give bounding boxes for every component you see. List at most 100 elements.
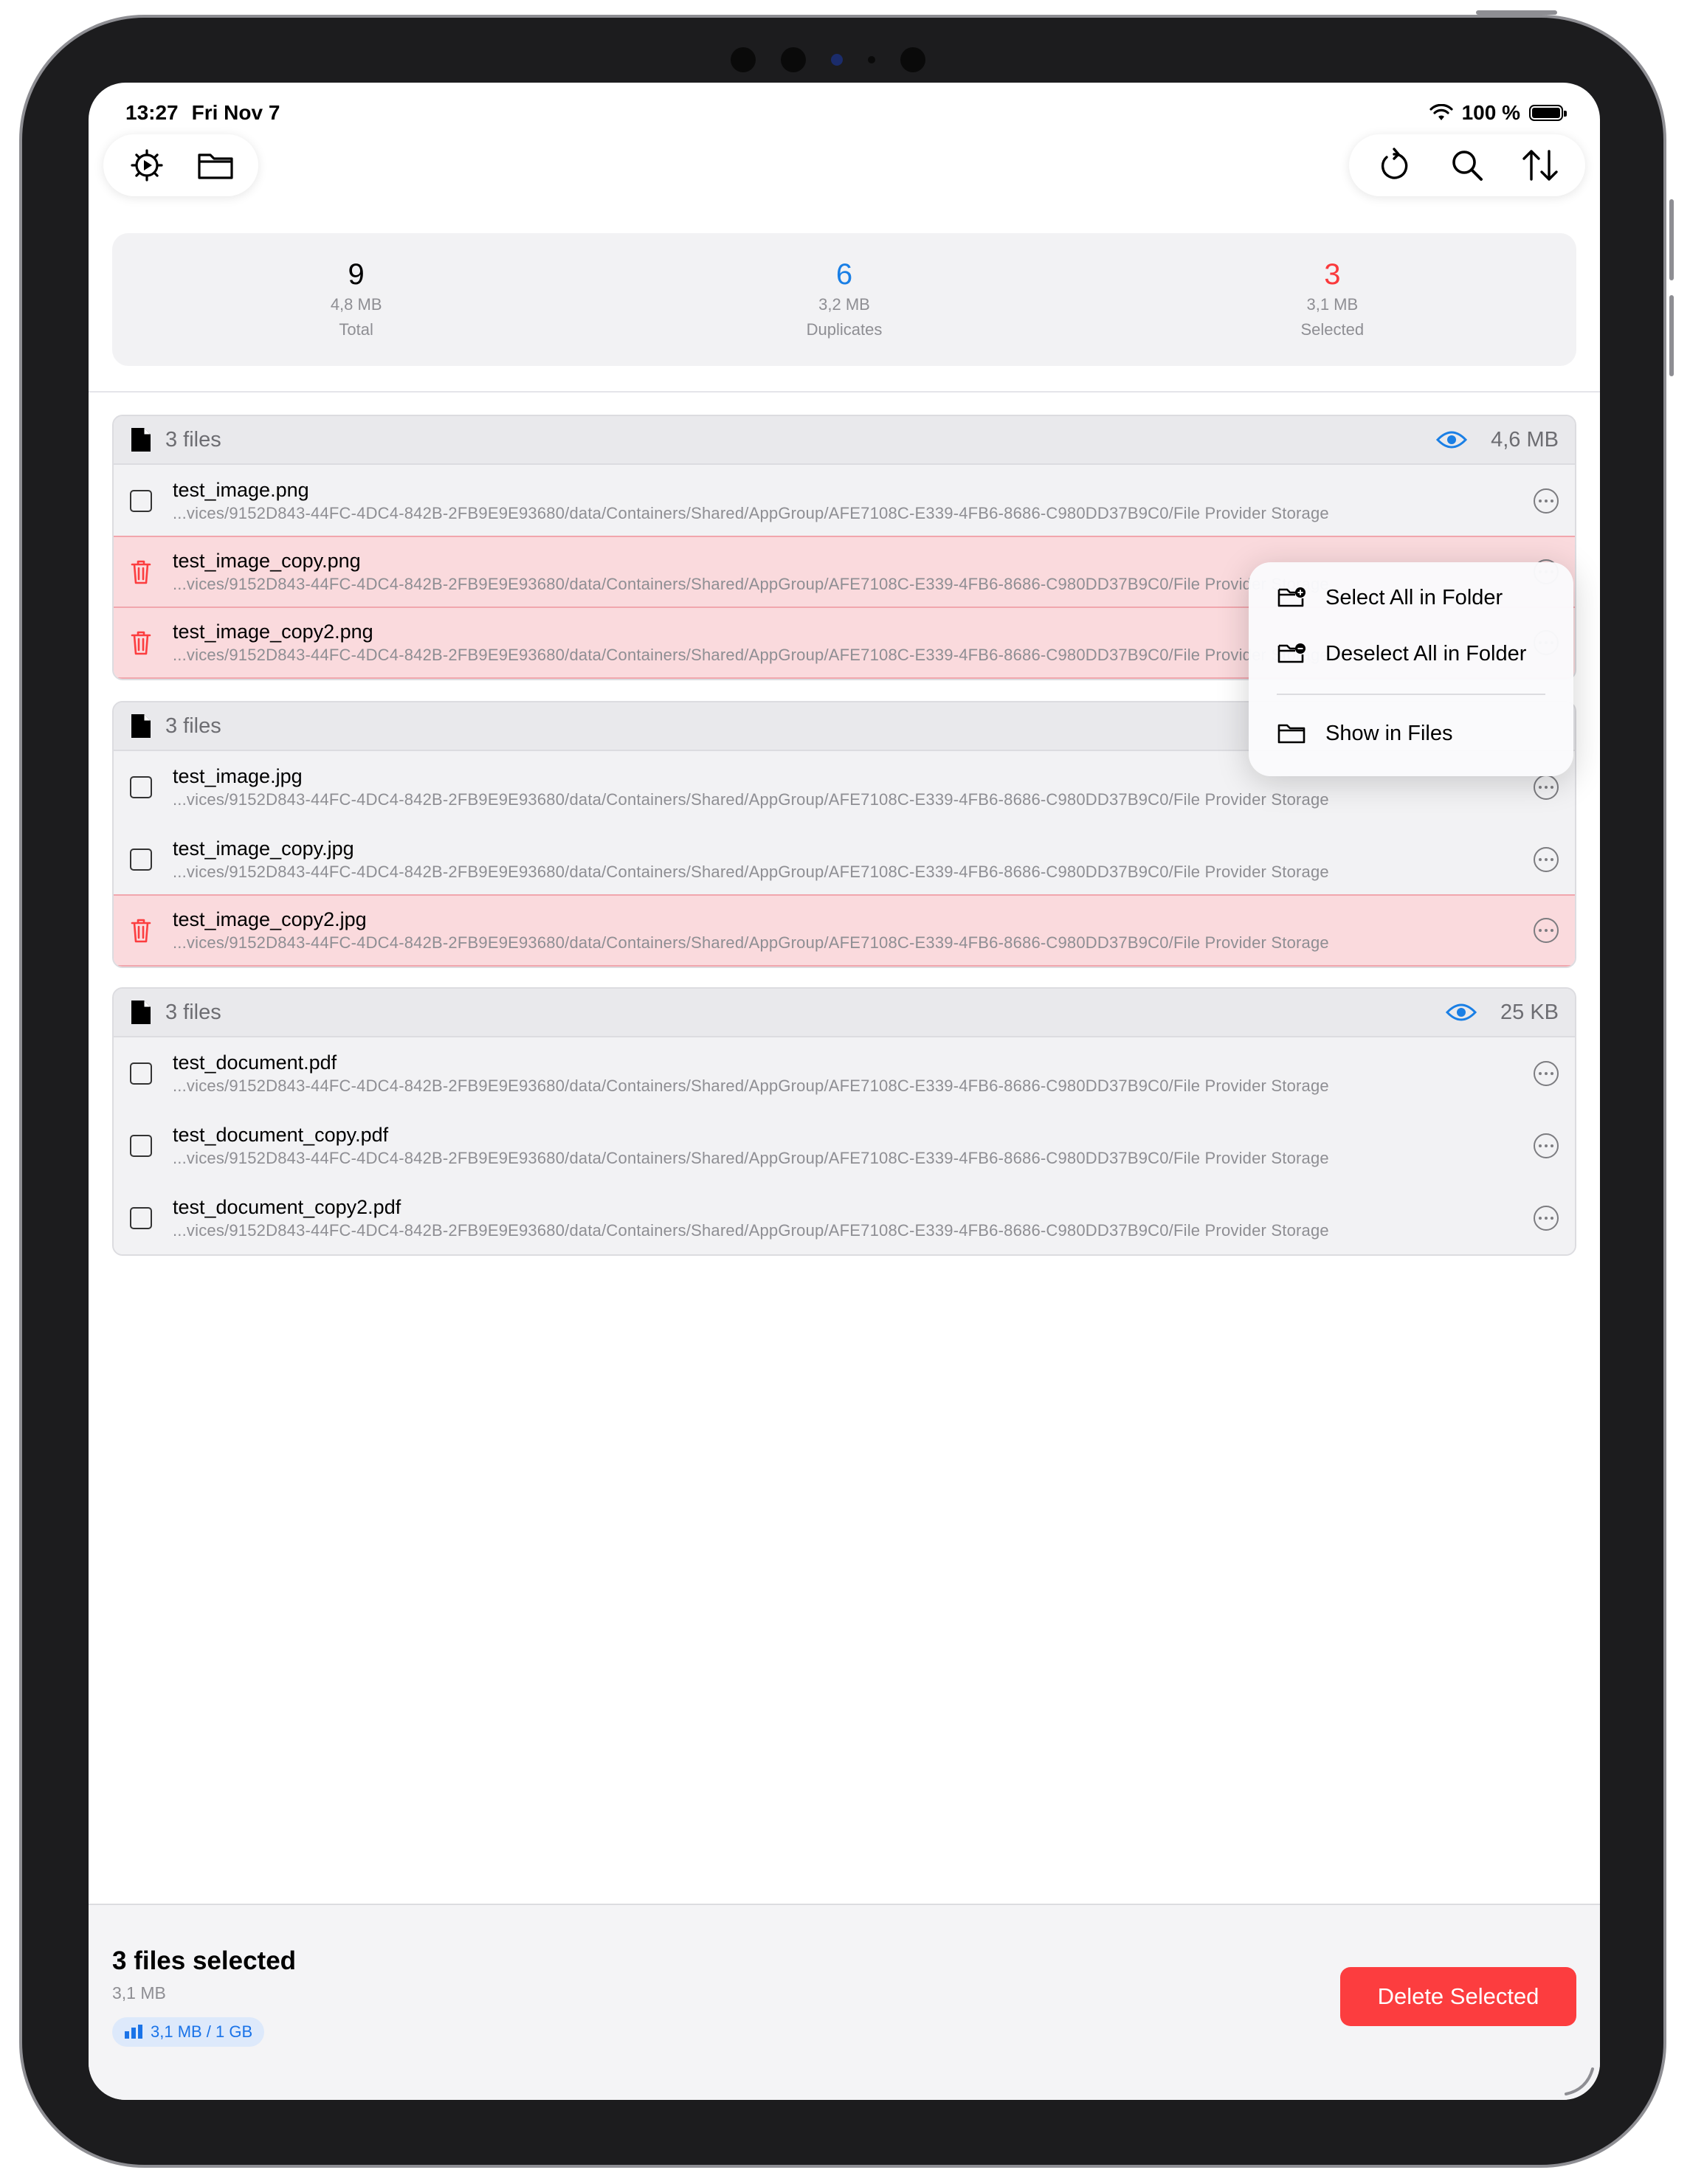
stat-selected: 3 3,1 MB Selected bbox=[1089, 233, 1576, 366]
file-path: ...vices/9152D843-44FC-4DC4-842B-2FB9E9E… bbox=[173, 504, 1329, 522]
group-header[interactable]: 3 files 4,6 MB bbox=[114, 416, 1575, 465]
file-path: ...vices/9152D843-44FC-4DC4-842B-2FB9E9E… bbox=[173, 1149, 1329, 1167]
group-size: 4,6 MB bbox=[1491, 427, 1559, 452]
checkbox[interactable] bbox=[130, 776, 152, 798]
checkbox[interactable] bbox=[130, 849, 152, 871]
total-label: Total bbox=[339, 320, 373, 339]
trash-icon[interactable] bbox=[130, 559, 152, 585]
file-row[interactable]: test_image.png ...vices/9152D843-44FC-4DC… bbox=[114, 465, 1575, 537]
quota-text: 3,1 MB / 1 GB bbox=[151, 2022, 253, 2041]
duplicates-size: 3,2 MB bbox=[818, 295, 870, 314]
selection-size: 3,1 MB bbox=[112, 1983, 166, 2002]
eye-icon[interactable] bbox=[1446, 1002, 1477, 1023]
context-menu: Select All in Folder Deselect All in Fol… bbox=[1249, 562, 1573, 776]
more-options-icon[interactable] bbox=[1534, 1133, 1559, 1158]
total-count: 9 bbox=[348, 258, 365, 291]
more-options-icon[interactable] bbox=[1534, 488, 1559, 514]
quota-badge: 3,1 MB / 1 GB bbox=[112, 2017, 265, 2047]
folder-badge-plus-icon bbox=[1277, 587, 1306, 607]
duplicates-label: Duplicates bbox=[806, 320, 883, 339]
file-info: test_image_copy2.jpg ...vices/9152D843-44… bbox=[173, 907, 1511, 954]
file-path: ...vices/9152D843-44FC-4DC4-842B-2FB9E9E… bbox=[173, 1077, 1329, 1095]
file-info: test_image_copy.jpg ...vices/9152D843-44F… bbox=[173, 836, 1511, 883]
total-size: 4,8 MB bbox=[330, 295, 382, 314]
folder-icon[interactable] bbox=[195, 145, 236, 186]
file-info: test_document_copy2.pdf ...vices/9152D843… bbox=[173, 1195, 1511, 1242]
menu-select-all-in-folder[interactable]: Select All in Folder bbox=[1249, 570, 1573, 626]
selected-size: 3,1 MB bbox=[1306, 295, 1359, 314]
power-button bbox=[1476, 10, 1557, 15]
selected-count: 3 bbox=[1324, 258, 1341, 291]
folder-badge-minus-icon bbox=[1277, 643, 1306, 663]
file-path: ...vices/9152D843-44FC-4DC4-842B-2FB9E9E… bbox=[173, 933, 1329, 952]
summary-card: 9 4,8 MB Total 6 3,2 MB Duplicates 3 3,1… bbox=[112, 233, 1576, 366]
menu-label: Show in Files bbox=[1325, 721, 1453, 745]
file-name: test_document_copy.pdf bbox=[173, 1124, 389, 1146]
menu-separator bbox=[1277, 694, 1545, 695]
more-options-icon[interactable] bbox=[1534, 918, 1559, 943]
selected-label: Selected bbox=[1300, 320, 1365, 339]
file-name: test_image_copy2.jpg bbox=[173, 908, 367, 930]
battery-percent: 100 % bbox=[1461, 101, 1520, 124]
file-name: test_image.png bbox=[173, 479, 309, 501]
volume-button bbox=[1669, 199, 1674, 280]
divider bbox=[89, 391, 1600, 393]
more-options-icon[interactable] bbox=[1534, 775, 1559, 800]
file-info: test_image.png ...vices/9152D843-44FC-4DC… bbox=[173, 477, 1511, 525]
checkbox[interactable] bbox=[130, 1062, 152, 1085]
group-file-count: 3 files bbox=[165, 427, 221, 452]
status-date: Fri Nov 7 bbox=[191, 101, 280, 124]
file-row[interactable]: test_document_copy.pdf ...vices/9152D843-… bbox=[114, 1110, 1575, 1182]
file-path: ...vices/9152D843-44FC-4DC4-842B-2FB9E9E… bbox=[173, 1221, 1329, 1240]
more-options-icon[interactable] bbox=[1534, 1061, 1559, 1086]
file-row[interactable]: test_image_copy2.jpg ...vices/9152D843-44… bbox=[114, 894, 1575, 967]
selection-bar: 3 files selected 3,1 MB 3,1 MB / 1 GB De… bbox=[89, 1904, 1600, 2100]
resize-grip-icon[interactable] bbox=[1562, 2063, 1596, 2097]
selection-title: 3 files selected bbox=[112, 1946, 297, 1975]
menu-deselect-all-in-folder[interactable]: Deselect All in Folder bbox=[1249, 626, 1573, 682]
folder-icon bbox=[1277, 724, 1306, 744]
more-options-icon[interactable] bbox=[1534, 1206, 1559, 1231]
document-icon bbox=[131, 1001, 151, 1024]
toolbar-right bbox=[1349, 134, 1585, 196]
gear-play-icon[interactable] bbox=[126, 145, 168, 186]
document-icon bbox=[131, 428, 151, 452]
file-info: test_document.pdf ...vices/9152D843-44FC-… bbox=[173, 1050, 1511, 1097]
file-path: ...vices/9152D843-44FC-4DC4-842B-2FB9E9E… bbox=[173, 790, 1329, 809]
more-options-icon[interactable] bbox=[1534, 847, 1559, 872]
file-row[interactable]: test_document.pdf ...vices/9152D843-44FC-… bbox=[114, 1037, 1575, 1110]
file-name: test_document_copy2.pdf bbox=[173, 1196, 401, 1218]
refresh-icon[interactable] bbox=[1373, 145, 1415, 186]
trash-icon[interactable] bbox=[130, 917, 152, 944]
checkbox[interactable] bbox=[130, 490, 152, 512]
file-row[interactable]: test_document_copy2.pdf ...vices/9152D843… bbox=[114, 1182, 1575, 1254]
sort-icon[interactable] bbox=[1520, 145, 1561, 186]
file-row[interactable]: test_image_copy.jpg ...vices/9152D843-44F… bbox=[114, 823, 1575, 896]
menu-label: Deselect All in Folder bbox=[1325, 641, 1527, 666]
status-time: 13:27 bbox=[125, 101, 179, 124]
camera-array bbox=[731, 47, 925, 72]
menu-show-in-files[interactable]: Show in Files bbox=[1249, 705, 1573, 761]
file-info: test_document_copy.pdf ...vices/9152D843-… bbox=[173, 1122, 1511, 1169]
wifi-icon bbox=[1429, 104, 1453, 120]
checkbox[interactable] bbox=[130, 1207, 152, 1229]
file-name: test_document.pdf bbox=[173, 1051, 337, 1074]
volume-button bbox=[1669, 295, 1674, 376]
stat-total: 9 4,8 MB Total bbox=[112, 233, 600, 366]
eye-icon[interactable] bbox=[1436, 429, 1468, 450]
trash-icon[interactable] bbox=[130, 629, 152, 656]
duplicate-group: 3 files 25 KB test_document.pdf ...vices/91… bbox=[112, 987, 1576, 1256]
stat-duplicates: 6 3,2 MB Duplicates bbox=[600, 233, 1088, 366]
file-path: ...vices/9152D843-44FC-4DC4-842B-2FB9E9E… bbox=[173, 863, 1329, 881]
delete-selected-button[interactable]: Delete Selected bbox=[1340, 1967, 1576, 2026]
battery-icon bbox=[1529, 105, 1567, 121]
group-file-count: 3 files bbox=[165, 1000, 221, 1024]
menu-label: Select All in Folder bbox=[1325, 585, 1503, 609]
status-bar: 13:27 Fri Nov 7 100 % bbox=[125, 94, 1567, 131]
duplicates-count: 6 bbox=[835, 258, 853, 291]
search-icon[interactable] bbox=[1446, 145, 1488, 186]
chart-bar-icon bbox=[125, 2025, 142, 2039]
group-header[interactable]: 3 files 25 KB bbox=[114, 989, 1575, 1037]
file-name: test_image_copy.jpg bbox=[173, 837, 354, 860]
checkbox[interactable] bbox=[130, 1135, 152, 1157]
